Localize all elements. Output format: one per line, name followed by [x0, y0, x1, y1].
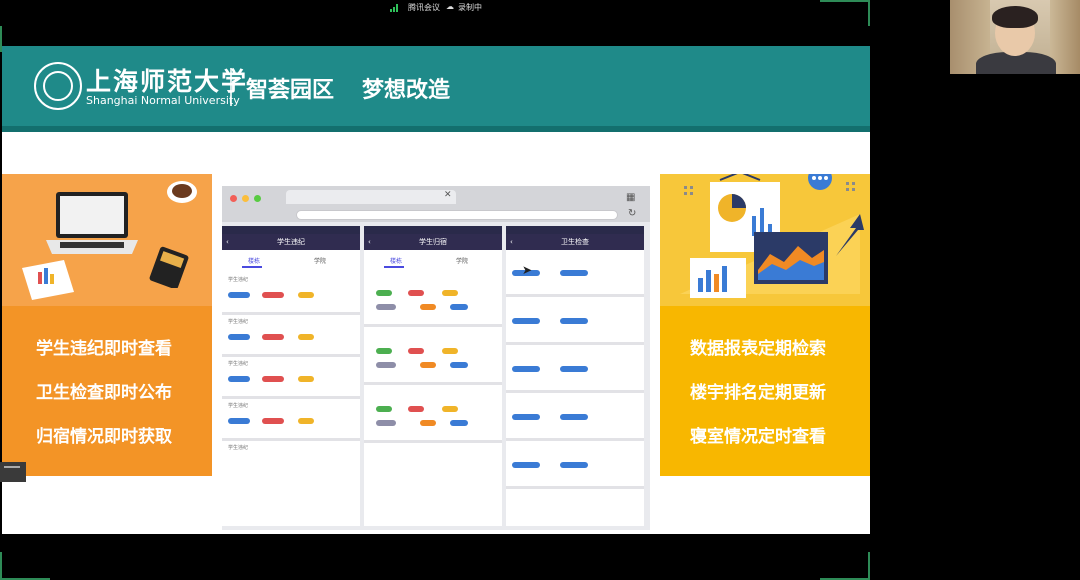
row-label: 学生违纪	[228, 277, 249, 283]
tab-college: 学院	[456, 258, 469, 265]
phone-title: 卫生检查	[561, 238, 589, 246]
list-item: 学生违纪	[228, 444, 354, 484]
right-feature-3: 寝室情况定时查看	[690, 427, 826, 447]
list-item	[506, 446, 644, 492]
phone-screen-return: ‹ 学生归宿 楼栋 学院	[364, 226, 502, 526]
list-item	[364, 278, 502, 330]
left-feature-3: 归宿情况即时获取	[36, 427, 172, 447]
browser-tab	[286, 190, 456, 204]
right-feature-1: 数据报表定期检索	[690, 339, 826, 359]
phone-screen-discipline: ‹ 学生违纪 楼栋 学院 学生违纪 学生违纪 学生违纪 学生违纪 学生违纪	[222, 226, 360, 526]
slogan-primary: 智荟园区	[246, 78, 335, 103]
shared-slide: 上海师范大学 Shanghai Normal University 智荟园区 梦…	[2, 46, 870, 534]
coffee-cup-icon	[167, 181, 197, 203]
phone-nav-bar: ‹ 学生违纪	[222, 234, 360, 250]
university-name-en: Shanghai Normal University	[86, 94, 240, 107]
minimize-dot-icon	[242, 195, 249, 202]
desk-illustration	[2, 174, 212, 306]
list-item	[364, 336, 502, 388]
laptop-icon	[46, 192, 138, 254]
left-feature-panel: 学生违纪即时查看 卫生检查即时公布 归宿情况即时获取	[2, 174, 212, 476]
url-bar	[296, 210, 618, 220]
phone-nav-bar: ‹ 学生归宿	[364, 234, 502, 250]
tab-college: 学院	[314, 258, 327, 265]
university-name-cn: 上海师范大学	[86, 67, 249, 96]
frame-corner-top-right	[820, 0, 870, 2]
slogan-secondary: 梦想改造	[362, 78, 451, 103]
list-item: 学生违纪	[222, 360, 360, 400]
tab-close-icon: ✕	[444, 190, 452, 200]
list-item: 学生违纪	[222, 402, 360, 442]
browser-mockup: ✕ ▦ ↻ ‹ 学生违纪 楼栋 学院 学生违纪 学生违纪 学生违纪 学生违纪 学…	[222, 186, 650, 530]
close-dot-icon	[230, 195, 237, 202]
right-feature-panel: 数据报表定期检索 楼宇排名定期更新 寝室情况定时查看	[660, 174, 870, 476]
header-divider	[230, 68, 232, 106]
tab-building: 楼栋	[248, 258, 261, 265]
phone-status-bar	[506, 226, 644, 234]
data-dashboard-illustration	[660, 174, 870, 306]
tab-building: 楼栋	[390, 258, 403, 265]
reload-icon: ↻	[628, 208, 637, 219]
frame-corner-bottom-left-v	[0, 552, 2, 578]
list-item	[506, 254, 644, 300]
active-tab-underline	[384, 266, 404, 268]
floating-toolbar-handle[interactable]	[0, 462, 26, 482]
right-feature-2: 楼宇排名定期更新	[690, 383, 826, 403]
phone-nav-bar: ‹ 卫生检查	[506, 234, 644, 250]
documents-icon	[22, 260, 74, 300]
phone-status-bar	[364, 226, 502, 234]
active-tab-underline	[242, 266, 262, 268]
app-title: 腾讯会议	[408, 3, 440, 12]
phone-title: 学生归宿	[419, 238, 447, 246]
phone-title: 学生违纪	[277, 238, 305, 246]
row-label: 学生违纪	[228, 403, 249, 409]
phone-status-bar	[222, 226, 360, 234]
list-item	[506, 350, 644, 396]
phone-tabs: 楼栋 学院	[222, 250, 360, 270]
list-item	[506, 302, 644, 348]
phone-tabs: 楼栋 学院	[364, 250, 502, 270]
list-item: 学生违纪	[222, 276, 360, 316]
maximize-dot-icon	[254, 195, 261, 202]
row-label: 学生违纪	[228, 361, 249, 367]
row-label: 学生违纪	[228, 319, 249, 325]
meeting-status-bar: 腾讯会议 ☁ 录制中	[0, 0, 1080, 16]
mouse-cursor-icon: ➤	[522, 263, 533, 277]
phone-icon	[149, 246, 189, 288]
list-item	[364, 394, 502, 446]
university-seal-icon	[34, 62, 82, 110]
recording-status[interactable]: 录制中	[458, 2, 482, 13]
list-item	[506, 398, 644, 444]
apps-grid-icon: ▦	[626, 192, 636, 203]
header-underline	[2, 126, 870, 132]
frame-corner-bottom-right-v	[868, 552, 870, 578]
left-feature-2: 卫生检查即时公布	[36, 383, 172, 403]
row-label: 学生违纪	[228, 445, 249, 451]
left-feature-1: 学生违纪即时查看	[36, 339, 172, 359]
list-item: 学生违纪	[222, 318, 360, 358]
browser-toolbar: ✕ ▦ ↻	[222, 186, 650, 222]
frame-corner-top-right-v	[868, 0, 870, 26]
cloud-icon: ☁	[446, 2, 454, 11]
slide-header: 上海师范大学 Shanghai Normal University 智荟园区 梦…	[2, 46, 870, 126]
participant-video[interactable]	[950, 0, 1080, 74]
signal-icon	[390, 4, 402, 12]
